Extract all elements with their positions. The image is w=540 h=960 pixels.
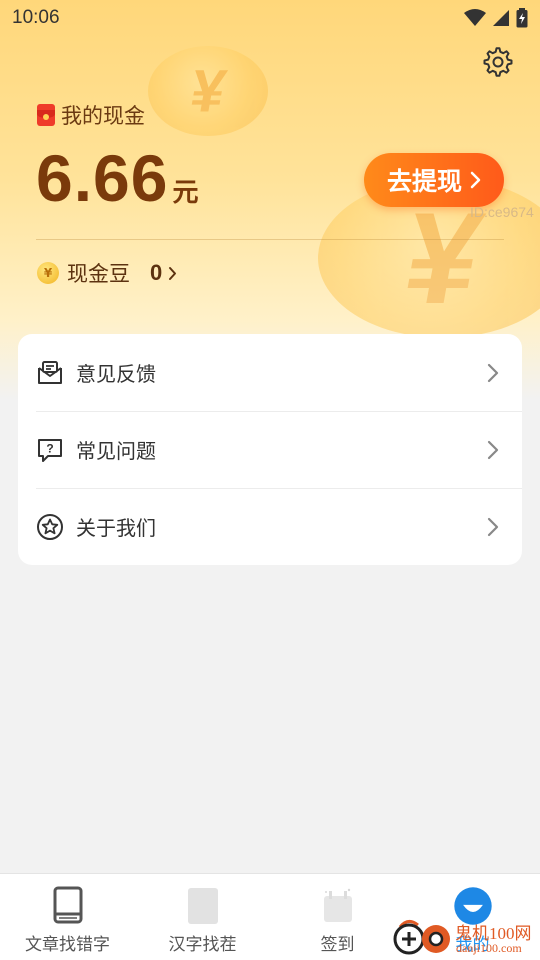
- tab-checkin[interactable]: 签到: [270, 874, 405, 960]
- chevron-right-icon: [487, 517, 499, 536]
- calendar-icon: [323, 888, 352, 922]
- feedback-mail-icon: [38, 360, 62, 384]
- chevron-right-icon: [169, 266, 177, 280]
- cash-beans-row[interactable]: ¥ 现金豆 0: [37, 258, 177, 288]
- withdraw-button-label: 去提现: [386, 167, 462, 196]
- menu-card: 意见反馈 ? 常见问题 关于我们: [18, 334, 522, 565]
- red-packet-icon: [37, 104, 55, 126]
- wifi-icon: [464, 9, 486, 26]
- user-id: ID:ce9674: [470, 204, 534, 220]
- question-bubble-icon: ?: [38, 438, 62, 462]
- tab-label: 汉字找茬: [168, 935, 237, 955]
- star-circle-icon: [37, 513, 63, 540]
- cash-beans-value: 0: [150, 260, 163, 285]
- status-time: 10:06: [12, 7, 60, 28]
- withdraw-button[interactable]: 去提现: [364, 153, 504, 207]
- card-icon: [187, 888, 218, 924]
- tab-label: 签到: [320, 935, 355, 955]
- cellular-signal-icon: [493, 10, 509, 26]
- cash-amount: 6.66 元: [36, 140, 198, 216]
- battery-charging-icon: [516, 8, 528, 28]
- tab-find-typos[interactable]: 文章找错字: [0, 874, 135, 960]
- cash-title: 我的现金: [37, 100, 145, 130]
- book-icon: [53, 886, 82, 924]
- status-bar: 10:06: [0, 0, 540, 36]
- menu-item-about[interactable]: 关于我们: [18, 488, 522, 565]
- menu-item-label: 常见问题: [76, 439, 156, 463]
- chevron-right-icon: [487, 363, 499, 382]
- cash-beans-label: 现金豆: [67, 262, 130, 286]
- divider: [36, 239, 504, 240]
- cash-amount-value: 6.66: [36, 141, 169, 215]
- menu-item-feedback[interactable]: 意见反馈: [18, 334, 522, 411]
- menu-item-faq[interactable]: ? 常见问题: [18, 411, 522, 488]
- gold-coin-icon: ¥: [37, 262, 59, 284]
- chevron-right-icon: [487, 440, 499, 459]
- cash-amount-unit: 元: [172, 178, 199, 208]
- menu-item-label: 关于我们: [76, 516, 156, 540]
- tab-hanzi-diff[interactable]: 汉字找茬: [135, 874, 270, 960]
- tab-label: 文章找错字: [25, 935, 110, 955]
- watermark-url: danji100.com: [456, 941, 522, 955]
- settings-gear-icon[interactable]: [482, 46, 514, 78]
- coin-decoration: ¥: [148, 46, 268, 136]
- svg-text:?: ?: [46, 441, 53, 455]
- menu-item-label: 意见反馈: [76, 362, 156, 386]
- cash-title-label: 我的现金: [61, 104, 145, 128]
- chevron-right-icon: [470, 171, 481, 189]
